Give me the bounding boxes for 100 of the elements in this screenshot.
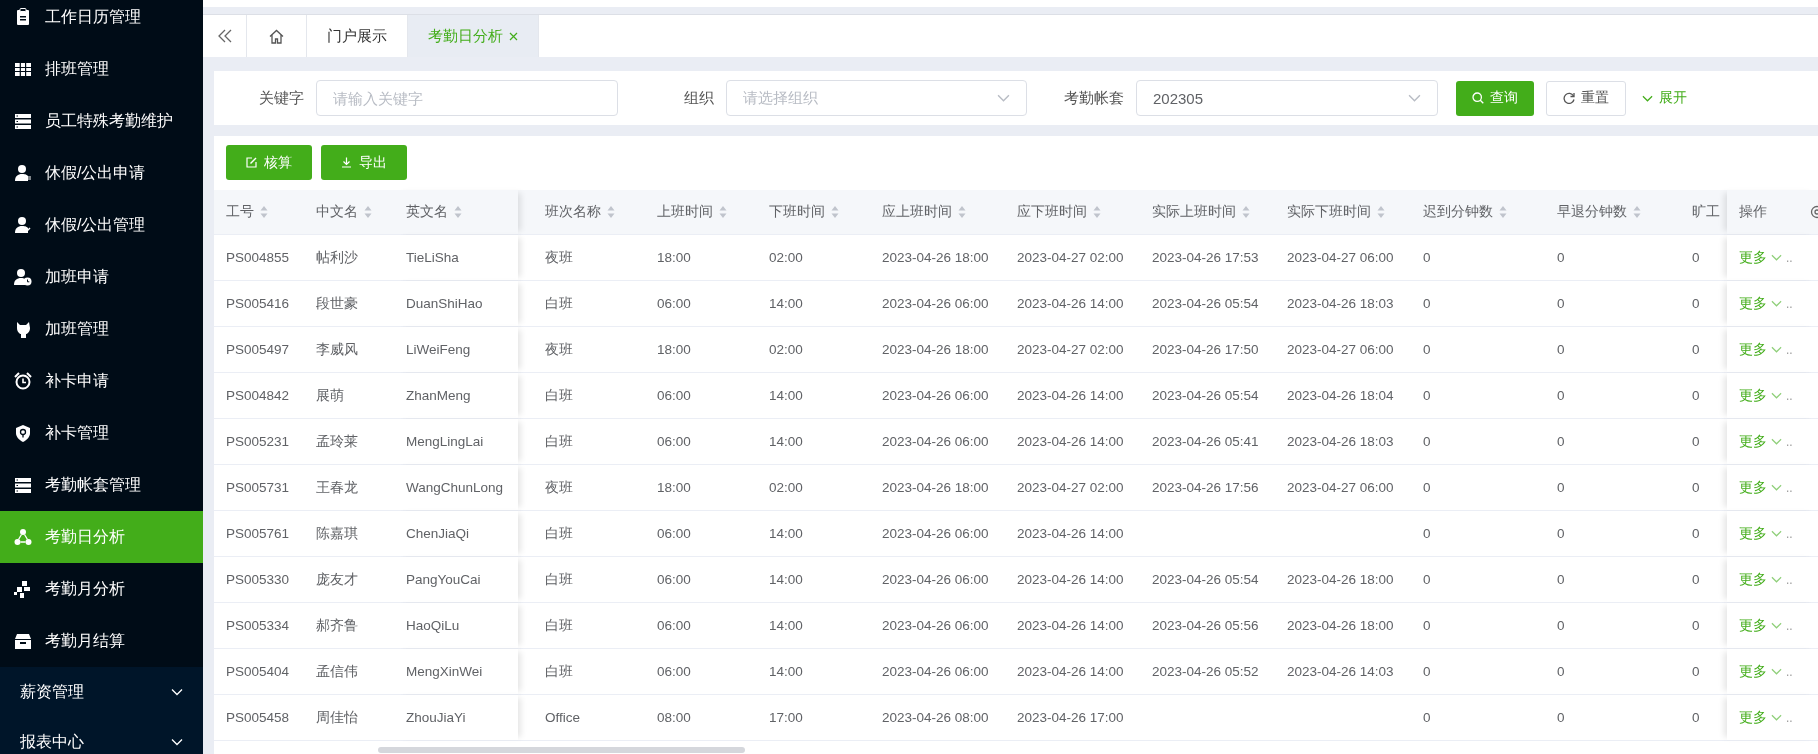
chevron-down-icon	[1642, 94, 1653, 102]
ellipsis-text: ..	[1786, 618, 1793, 633]
settings-icon[interactable]	[1809, 205, 1818, 219]
menu-item[interactable]: 考勤日分析	[0, 511, 203, 563]
column-header: 英文名	[406, 203, 448, 221]
menu-group[interactable]: 薪资管理	[0, 667, 203, 717]
menu-item[interactable]: 考勤帐套管理	[0, 459, 203, 511]
close-icon	[509, 31, 518, 41]
menu-item[interactable]: 补卡管理	[0, 407, 203, 459]
ellipsis-text: ..	[1786, 664, 1793, 679]
download-icon	[341, 157, 352, 168]
sort-icon	[1633, 205, 1641, 219]
table-cell: TieLiSha	[394, 235, 518, 280]
reset-button[interactable]: 重置	[1546, 80, 1626, 116]
sort-icon	[1377, 205, 1385, 219]
chevron-down-icon	[171, 688, 183, 696]
more-link[interactable]: 更多	[1739, 570, 1782, 589]
sort-icon	[260, 205, 268, 219]
column-header: 上班时间	[657, 203, 713, 221]
chevron-down-icon	[1771, 346, 1782, 353]
menu-item[interactable]: 休假/公出管理	[0, 199, 203, 251]
chevron-down-icon	[1771, 576, 1782, 583]
cat-icon	[14, 320, 32, 338]
menu-item[interactable]: 加班申请	[0, 251, 203, 303]
sort-icon	[1499, 205, 1507, 219]
shield-icon	[14, 424, 32, 442]
chevron-down-icon	[1771, 668, 1782, 675]
menu-item[interactable]: 休假/公出申请	[0, 147, 203, 199]
sort-icon	[1242, 205, 1250, 219]
search-button[interactable]: 查询	[1456, 80, 1534, 116]
menu-item[interactable]: 排班管理	[0, 43, 203, 95]
more-link[interactable]: 更多	[1739, 294, 1782, 313]
table-cell: ZhouJiaYi	[394, 695, 518, 740]
calculate-button[interactable]: 核算	[226, 145, 312, 180]
more-link[interactable]: 更多	[1739, 708, 1782, 727]
ellipsis-text: ..	[1786, 296, 1793, 311]
chevron-down-icon	[1771, 484, 1782, 491]
alarm-clock-icon	[14, 372, 32, 390]
column-header: 早退分钟数	[1557, 203, 1627, 221]
ellipsis-text: ..	[1786, 710, 1793, 725]
chevron-down-icon	[1408, 94, 1421, 102]
tab[interactable]: 考勤日分析	[408, 15, 539, 57]
table-cell: DuanShiHao	[394, 281, 518, 326]
ellipsis-text: ..	[1786, 526, 1793, 541]
table-cell: WangChunLong	[394, 465, 518, 510]
table-cell: ZhanMeng	[394, 373, 518, 418]
menu-item[interactable]: 员工特殊考勤维护	[0, 95, 203, 147]
sort-icon	[958, 205, 966, 219]
column-header: 工号	[226, 203, 254, 221]
table-cell: LiWeiFeng	[394, 327, 518, 372]
more-link[interactable]: 更多	[1739, 524, 1782, 543]
home-icon	[269, 28, 284, 44]
export-button[interactable]: 导出	[321, 145, 407, 180]
menu-item[interactable]: 工作日历管理	[0, 0, 203, 43]
more-link[interactable]: 更多	[1739, 616, 1782, 635]
column-header: 班次名称	[545, 203, 601, 221]
clipboard-icon	[14, 8, 32, 26]
refresh-icon	[1563, 92, 1575, 104]
search-field[interactable]: 请输入关键字	[316, 80, 618, 116]
chevron-down-icon	[1771, 254, 1782, 261]
column-header: 实际下班时间	[1287, 203, 1371, 221]
ellipsis-text: ..	[1786, 342, 1793, 357]
user-icon	[14, 216, 32, 234]
menu-item[interactable]: 加班管理	[0, 303, 203, 355]
nodes-icon	[14, 528, 32, 546]
column-header: 迟到分钟数	[1423, 203, 1493, 221]
more-link[interactable]: 更多	[1739, 432, 1782, 451]
more-link[interactable]: 更多	[1739, 662, 1782, 681]
select-field[interactable]: 请选择组织	[726, 80, 1027, 116]
sort-icon	[831, 205, 839, 219]
table-cell: MengXinWei	[394, 649, 518, 694]
expand-link[interactable]: 展开	[1638, 80, 1691, 116]
scrollbar[interactable]	[378, 747, 745, 753]
user-clock-icon	[14, 268, 32, 286]
menu-group[interactable]: 报表中心	[0, 717, 203, 754]
chevron-down-icon	[997, 94, 1010, 102]
user-icon	[14, 164, 32, 182]
ellipsis-text: ..	[1786, 388, 1793, 403]
ellipsis-text: ..	[1786, 480, 1793, 495]
menu-item[interactable]: 补卡申请	[0, 355, 203, 407]
more-link[interactable]: 更多	[1739, 248, 1782, 267]
sort-icon	[454, 205, 462, 219]
chevron-down-icon	[1771, 300, 1782, 307]
column-header: 应上班时间	[882, 203, 952, 221]
table-cell: MengLingLai	[394, 419, 518, 464]
chevron-down-icon	[1771, 622, 1782, 629]
sort-icon	[1093, 205, 1101, 219]
menu-item[interactable]: 考勤月结算	[0, 615, 203, 667]
edit-icon	[246, 157, 257, 168]
menu-item[interactable]: 考勤月分析	[0, 563, 203, 615]
more-link[interactable]: 更多	[1739, 386, 1782, 405]
more-link[interactable]: 更多	[1739, 340, 1782, 359]
sort-icon	[607, 205, 615, 219]
select-field[interactable]: 202305	[1136, 80, 1438, 116]
more-link[interactable]: 更多	[1739, 478, 1782, 497]
ellipsis-text: ..	[1786, 250, 1793, 265]
column-header: 操作	[1739, 203, 1767, 221]
column-header: 应下班时间	[1017, 203, 1087, 221]
column-header: 旷工	[1692, 203, 1720, 221]
ellipsis-text: ..	[1786, 572, 1793, 587]
